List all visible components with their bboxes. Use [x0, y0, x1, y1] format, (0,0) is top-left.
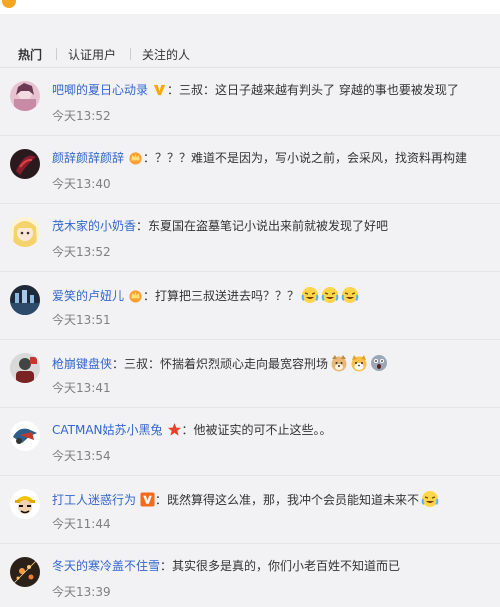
orange-v-icon[interactable] — [140, 492, 155, 507]
comment-divider — [0, 407, 500, 408]
username-link[interactable]: 茂木家的小奶香 — [52, 219, 136, 233]
comment-time: 今天13:41 — [52, 381, 111, 395]
colon: ： — [143, 289, 156, 303]
comment-line: 颜辞颜辞颜辞 ：？？？难道不是因为，写小说之前，会采风，找资料再构建 — [52, 150, 467, 166]
avatar[interactable] — [10, 489, 40, 519]
laughing-crying-emoji — [321, 287, 339, 303]
comment-line: 枪崩键盘侠：三叔：怀揣着炽烈顽心走向最宽容刑场 — [52, 354, 388, 372]
comment-divider — [0, 475, 500, 476]
username-link[interactable]: CATMAN姑苏小黑兔 — [52, 423, 163, 437]
comment-time: 今天13:40 — [52, 177, 111, 191]
comment-time: 今天11:44 — [52, 517, 111, 531]
comment-divider — [0, 135, 500, 136]
crown-icon[interactable] — [128, 150, 143, 165]
comment-divider — [0, 543, 500, 544]
shocked-emoji — [371, 355, 388, 371]
top-strip — [0, 0, 500, 14]
username-link[interactable]: 吧唧的夏日心动录 — [52, 83, 148, 97]
comment-time: 今天13:52 — [52, 109, 111, 123]
comment-time: 今天13:51 — [52, 313, 111, 327]
colon: ： — [167, 83, 180, 97]
comment-divider — [0, 339, 500, 340]
avatar[interactable] — [10, 285, 40, 315]
tab-divider — [56, 48, 57, 60]
colon: ： — [155, 493, 168, 507]
comment-line: CATMAN姑苏小黑兔 ：他被证实的可不止这些。。 — [52, 422, 332, 438]
username-link[interactable]: 打工人迷惑行为 — [52, 493, 136, 507]
comment-line: 茂木家的小奶香：东夏国在盗墓笔记小说出来前就被发现了好吧 — [52, 218, 388, 234]
tab-divider — [130, 48, 131, 60]
username-link[interactable]: 爱笑的卢妞儿 — [52, 289, 124, 303]
comment-item: 爱笑的卢妞儿 ：打算把三叔送进去吗？？？ 今天13:51 — [0, 271, 500, 340]
colon: ： — [143, 151, 156, 165]
comment-text: 其实很多是真的，你们小老百姓不知道而已 — [172, 559, 401, 573]
avatar[interactable] — [10, 149, 40, 179]
comment-item: 枪崩键盘侠：三叔：怀揣着炽烈顽心走向最宽容刑场 今天13:41 — [0, 339, 500, 408]
laughing-crying-emoji — [341, 287, 359, 303]
comment-line: 吧唧的夏日心动录 ：三叔：这日子越来越有判头了 穿越的事也要被发现了 — [52, 82, 459, 98]
crown-icon[interactable] — [128, 288, 143, 303]
comment-divider — [0, 203, 500, 204]
comment-item: 茂木家的小奶香：东夏国在盗墓笔记小说出来前就被发现了好吧 今天13:52 — [0, 203, 500, 272]
comment-line: 打工人迷惑行为 ：既然算得这么准，那，我冲个会员能知道未来不 — [52, 490, 439, 508]
tab-following[interactable]: 关注的人 — [142, 46, 190, 63]
comment-text: 打算把三叔送进去吗？？？ — [155, 289, 300, 303]
comment-line: 爱笑的卢妞儿 ：打算把三叔送进去吗？？？ — [52, 286, 359, 304]
comment-item: 打工人迷惑行为 ：既然算得这么准，那，我冲个会员能知道未来不 今天11:44 — [0, 475, 500, 544]
gold-v-icon[interactable] — [152, 82, 167, 97]
tab-hot[interactable]: 热门 — [18, 46, 42, 63]
comment-filter-tabs: 热门 认证用户 关注的人 — [0, 40, 500, 66]
colon: ： — [136, 219, 149, 233]
tab-verified-users[interactable]: 认证用户 — [68, 46, 116, 63]
shiba-emoji — [351, 355, 367, 372]
colon: ： — [112, 357, 125, 371]
comment-item: CATMAN姑苏小黑兔 ：他被证实的可不止这些。。 今天13:54 — [0, 407, 500, 476]
username-link[interactable]: 颜辞颜辞颜辞 — [52, 151, 124, 165]
comment-time: 今天13:52 — [52, 245, 111, 259]
comment-item: 颜辞颜辞颜辞 ：？？？难道不是因为，写小说之前，会采风，找资料再构建 今天13:4… — [0, 135, 500, 204]
laughing-crying-emoji — [301, 287, 319, 303]
comment-line: 冬天的寒冷盖不住雪：其实很多是真的，你们小老百姓不知道而已 — [52, 558, 400, 574]
avatar[interactable] — [10, 217, 40, 247]
comment-time: 今天13:54 — [52, 449, 111, 463]
comment-text: 东夏国在盗墓笔记小说出来前就被发现了好吧 — [148, 219, 389, 233]
comment-text: 他被证实的可不止这些。。 — [193, 423, 332, 437]
comment-item: 冬天的寒冷盖不住雪：其实很多是真的，你们小老百姓不知道而已 今天13:39 — [0, 543, 500, 607]
username-link[interactable]: 枪崩键盘侠 — [52, 357, 112, 371]
comment-text: ？？？难道不是因为，写小说之前，会采风，找资料再构建 — [155, 151, 468, 165]
username-link[interactable]: 冬天的寒冷盖不住雪 — [52, 559, 160, 573]
comment-item: 吧唧的夏日心动录 ：三叔：这日子越来越有判头了 穿越的事也要被发现了 今天13:5… — [0, 68, 500, 136]
comment-text: 三叔：怀揣着炽烈顽心走向最宽容刑场 — [124, 357, 329, 371]
comment-time: 今天13:39 — [52, 585, 111, 599]
avatar[interactable] — [10, 81, 40, 111]
laughing-crying-emoji — [421, 491, 439, 507]
doge-emoji — [331, 355, 347, 372]
colon: ： — [160, 559, 173, 573]
comment-divider — [0, 271, 500, 272]
colon: ： — [181, 423, 194, 437]
notification-dot-icon — [2, 0, 16, 8]
avatar[interactable] — [10, 557, 40, 587]
red-star-icon[interactable] — [167, 422, 182, 437]
avatar[interactable] — [10, 421, 40, 451]
comment-text: 三叔：这日子越来越有判头了 穿越的事也要被发现了 — [179, 83, 459, 97]
avatar[interactable] — [10, 353, 40, 383]
comment-text: 既然算得这么准，那，我冲个会员能知道未来不 — [167, 493, 420, 507]
